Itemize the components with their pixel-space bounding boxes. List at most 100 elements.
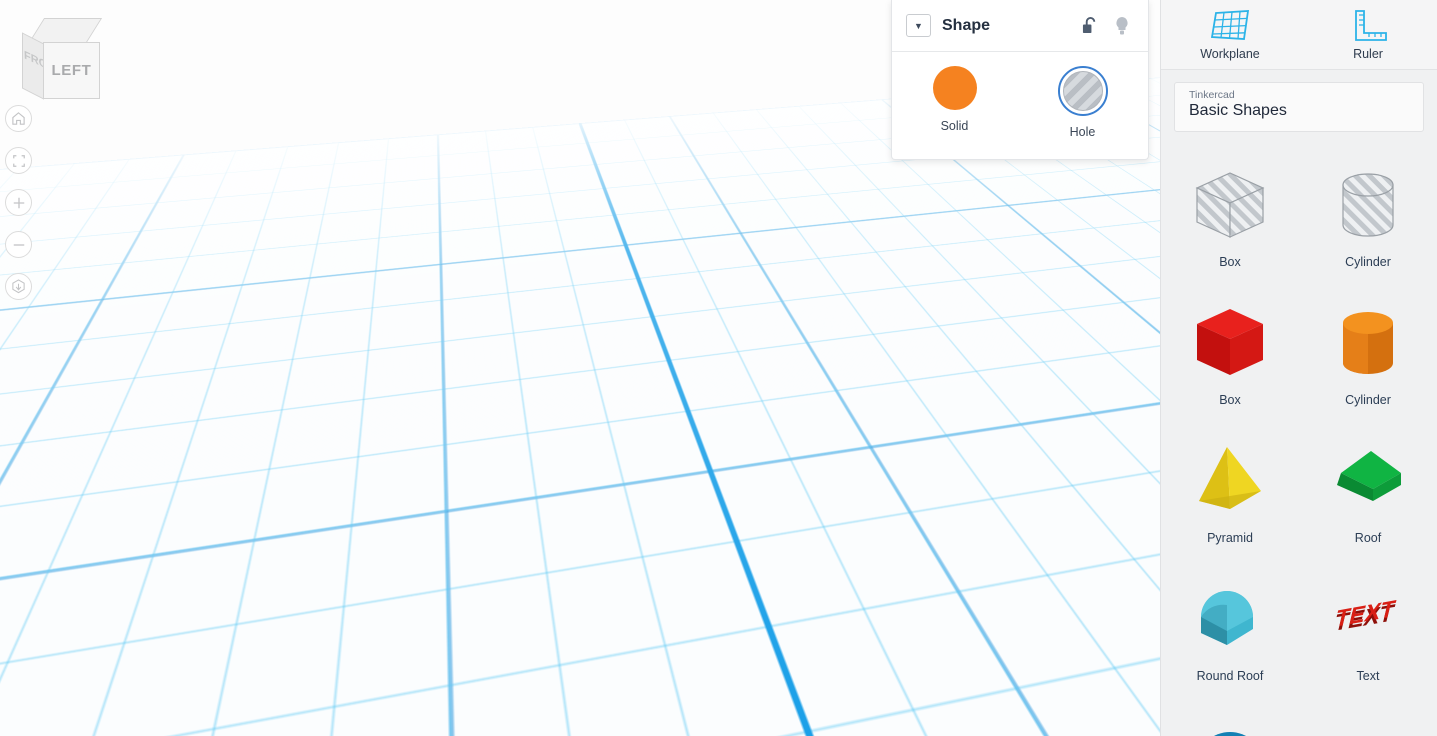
minus-icon: [12, 238, 26, 252]
snap-grid-select[interactable]: 1/8 in: [1074, 701, 1150, 726]
placeholder-thumbnail: [1325, 722, 1411, 736]
text-thumbnail: TEXT TEXT: [1325, 577, 1411, 663]
shape-item-label: Box: [1219, 393, 1241, 407]
shape-item-box-hole[interactable]: Box: [1161, 150, 1299, 282]
tool-workplane[interactable]: Workplane: [1161, 0, 1299, 69]
shape-item-box-solid[interactable]: Box: [1161, 288, 1299, 420]
dim-label-height[interactable]: 0.27: [620, 367, 662, 390]
shapes-sidebar: Workplane Ruler Tinkercad Basic Shapes B…: [1160, 0, 1437, 736]
home-icon: [11, 111, 26, 126]
view-cube-front-face[interactable]: LEFT: [43, 42, 100, 99]
fit-to-view-button[interactable]: [5, 147, 32, 174]
cylinder-hole-thumbnail: [1325, 163, 1411, 249]
scale-handle-edge[interactable]: [549, 322, 560, 333]
shape-panel-title: Shape: [942, 17, 1070, 35]
tool-workplane-label: Workplane: [1200, 47, 1260, 61]
edit-grid-button[interactable]: Edit Grid: [1069, 671, 1151, 692]
fit-view-icon: [12, 154, 26, 168]
shape-panel-body: Solid Hole: [892, 52, 1148, 139]
tool-ruler[interactable]: Ruler: [1299, 0, 1437, 69]
roof-thumbnail: [1325, 439, 1411, 525]
shape-tube[interactable]: [960, 280, 1160, 470]
ruler-icon: [1346, 9, 1390, 43]
cube-arrow-icon: [11, 279, 26, 294]
unlock-icon[interactable]: [1078, 16, 1102, 35]
dim-label-ruler-y[interactable]: ¾: [630, 437, 657, 460]
shape-properties-panel: ▼ Shape Solid Hole: [891, 0, 1149, 160]
lightbulb-icon[interactable]: [1110, 16, 1134, 36]
shape-item-label: Text: [1357, 669, 1380, 683]
chevron-down-icon[interactable]: ▼: [906, 14, 931, 37]
tool-ruler-label: Ruler: [1353, 47, 1383, 61]
view-cube-front-label: LEFT: [52, 62, 92, 79]
scale-handle-small[interactable]: [467, 351, 476, 360]
shape-item-text[interactable]: TEXT TEXT Text: [1299, 564, 1437, 696]
cone-top-inner-face: [621, 261, 713, 287]
scale-handle-corner[interactable]: [427, 339, 438, 350]
library-provider-label: Tinkercad: [1189, 89, 1409, 101]
workplane-axis-y: [126, 0, 581, 123]
scale-handle-corner[interactable]: [462, 383, 473, 394]
tinkercad-editor: ¾ 1⅛ 0.27 -¼ ¾ 0.782 FRONT LEFT: [0, 0, 1437, 736]
hole-swatch-selected[interactable]: [1058, 66, 1108, 116]
shape-item-label: Cylinder: [1345, 393, 1391, 407]
snap-grid-value: 1/8 in: [1083, 706, 1115, 721]
shape-item-round-roof[interactable]: Round Roof: [1161, 564, 1299, 696]
box-hole-thumbnail: [1187, 163, 1273, 249]
zoom-in-button[interactable]: [5, 189, 32, 216]
scale-handle-small[interactable]: [553, 341, 562, 350]
dim-label-depth[interactable]: 1⅛: [556, 376, 591, 399]
snap-grid-label: Snap Grid: [1012, 705, 1071, 720]
shape-library-dropdown[interactable]: Tinkercad Basic Shapes: [1174, 82, 1424, 132]
shape-item-label: Box: [1219, 255, 1241, 269]
hole-label: Hole: [1070, 125, 1096, 139]
shape-item-roof[interactable]: Roof: [1299, 426, 1437, 558]
round-roof-thumbnail: [1187, 577, 1273, 663]
shape-item-cylinder-hole[interactable]: Cylinder: [1299, 150, 1437, 282]
shape-cone[interactable]: [588, 258, 746, 344]
shape-item-cylinder-solid[interactable]: Cylinder: [1299, 288, 1437, 420]
shapes-grid: Box Cylinder Box Cylinder Pyramid Roof R…: [1161, 150, 1437, 736]
plus-icon: [12, 196, 26, 210]
shape-item-label: Cylinder: [1345, 255, 1391, 269]
shape-item-placeholder[interactable]: [1299, 702, 1437, 736]
pyramid-thumbnail: [1187, 439, 1273, 525]
shape-item-label: Roof: [1355, 531, 1381, 545]
cone-bottom-face: [588, 312, 746, 342]
ruler-move-icon[interactable]: [742, 410, 758, 426]
dim-arrow-right: [528, 421, 536, 431]
scale-handle-top[interactable]: [506, 303, 517, 314]
orthographic-toggle-button[interactable]: [5, 273, 32, 300]
zoom-out-button[interactable]: [5, 231, 32, 258]
shape-panel-header: ▼ Shape: [892, 0, 1148, 52]
scale-handle-small[interactable]: [513, 334, 522, 343]
solid-swatch[interactable]: [933, 66, 977, 110]
hole-cylinder-shadow: [455, 440, 635, 514]
scale-handle-corner[interactable]: [596, 363, 607, 374]
dim-arrow-ruler-z: [680, 427, 690, 435]
dim-label-width[interactable]: ¾: [443, 403, 470, 426]
shape-item-sphere[interactable]: [1161, 702, 1299, 736]
dim-line-ruler-z: [685, 432, 686, 584]
solid-label: Solid: [941, 119, 969, 133]
library-value-label: Basic Shapes: [1189, 102, 1409, 120]
caret-up-icon: [1131, 711, 1141, 717]
shape-item-label: Pyramid: [1207, 531, 1253, 545]
rotate-arc-icon[interactable]: [565, 263, 583, 283]
dim-arrow-height: [632, 325, 642, 333]
box-solid-thumbnail: [1187, 301, 1273, 387]
home-view-button[interactable]: [5, 105, 32, 132]
view-cube[interactable]: FRONT LEFT: [22, 18, 106, 102]
cylinder-solid-thumbnail: [1325, 301, 1411, 387]
shape-option-solid[interactable]: Solid: [933, 66, 977, 139]
dim-arrow-left: [420, 430, 428, 440]
shape-item-pyramid[interactable]: Pyramid: [1161, 426, 1299, 558]
sidebar-toolbar: Workplane Ruler: [1161, 0, 1437, 70]
shape-item-label: Round Roof: [1197, 669, 1264, 683]
sphere-thumbnail: [1187, 722, 1273, 736]
shape-option-hole[interactable]: Hole: [1058, 66, 1108, 139]
workplane-grid-icon: [1208, 9, 1252, 43]
dim-label-ruler-z[interactable]: 0.782: [670, 518, 720, 541]
dim-label-ruler-x[interactable]: -¼: [711, 406, 743, 429]
move-up-arrow-icon[interactable]: [502, 258, 518, 282]
